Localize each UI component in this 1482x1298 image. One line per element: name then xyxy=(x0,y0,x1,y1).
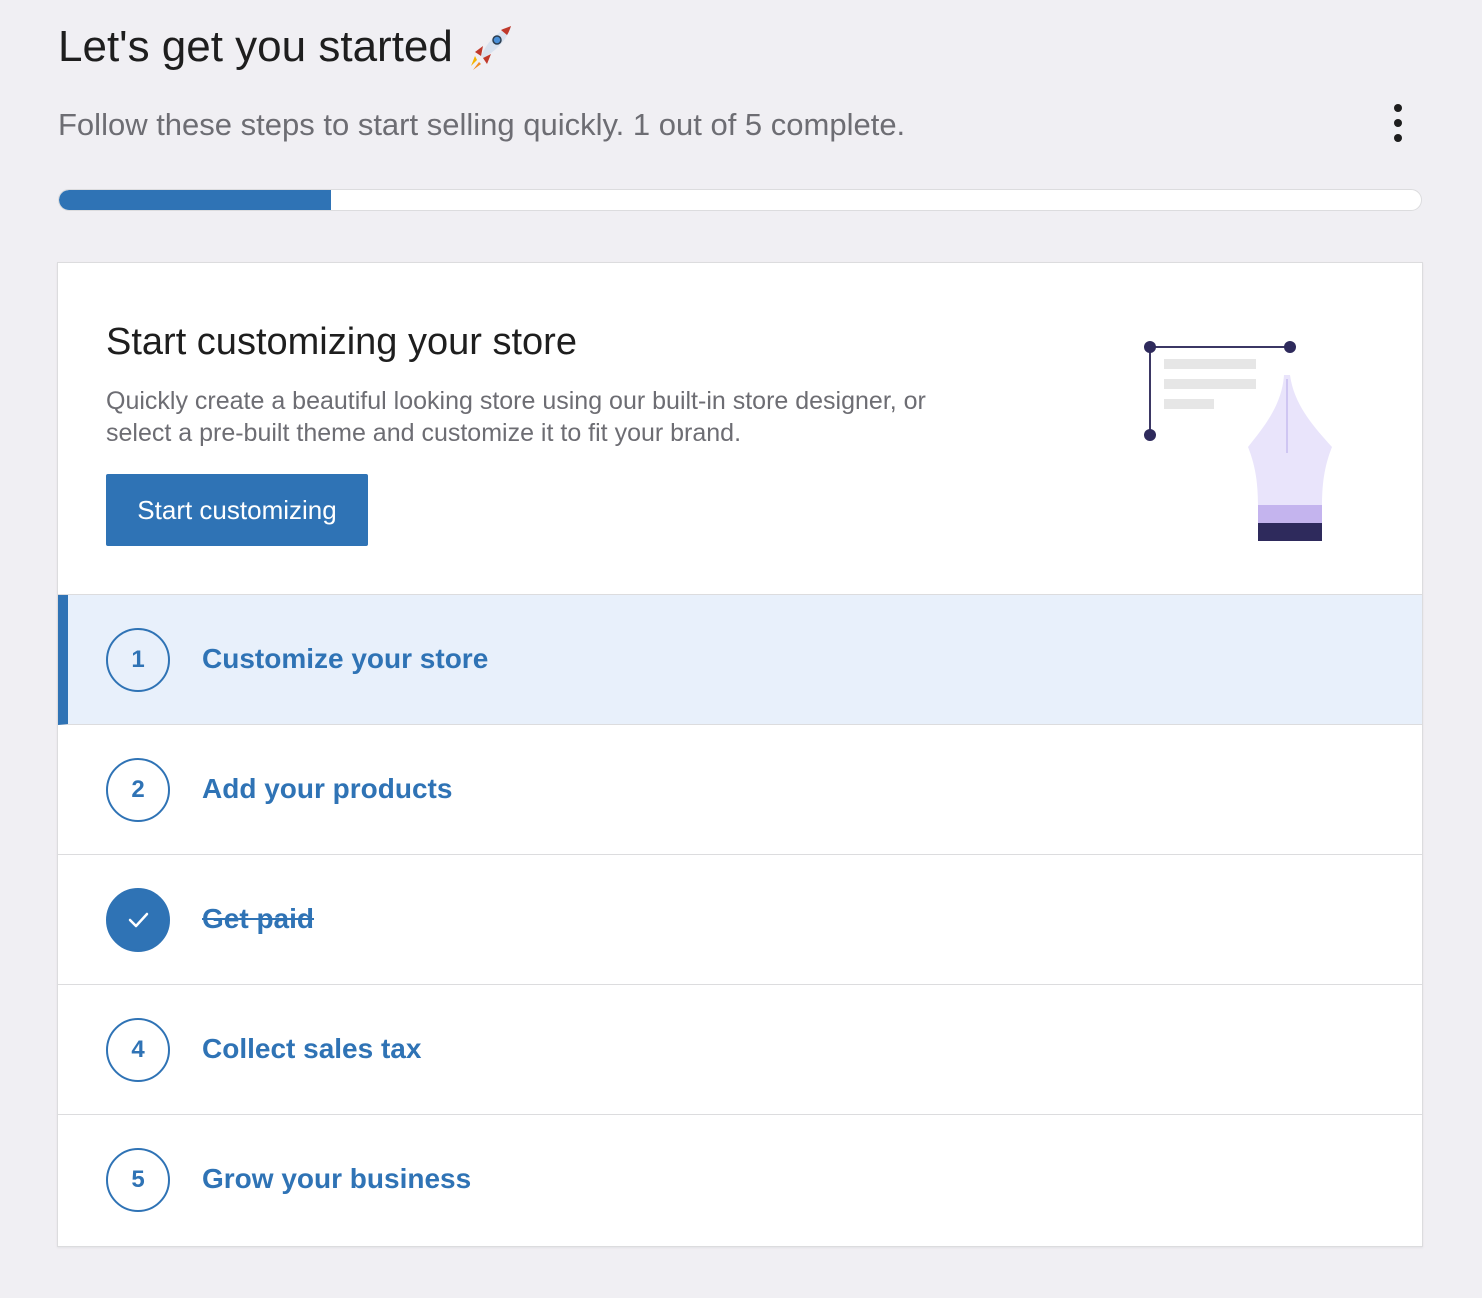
more-vertical-icon-dot xyxy=(1394,119,1402,127)
progress-bar xyxy=(58,189,1422,211)
task-hero-description: Quickly create a beautiful looking store… xyxy=(106,387,926,447)
task-item-label: Add your products xyxy=(202,773,453,804)
task-hero-title: Start customizing your store xyxy=(106,321,577,363)
rocket-icon xyxy=(470,26,511,70)
task-item-customize-store[interactable]: 1 Customize your store xyxy=(58,595,1422,725)
task-item-label: Grow your business xyxy=(202,1163,472,1194)
step-number-badge: 1 xyxy=(106,628,170,692)
page-title-text: Let's get you started xyxy=(58,22,453,71)
task-hero: Start customizing your store Quickly cre… xyxy=(58,263,1422,595)
task-item-collect-sales-tax[interactable]: 4 Collect sales tax xyxy=(58,985,1422,1115)
step-complete-badge xyxy=(106,888,170,952)
task-item-grow-business[interactable]: 5 Grow your business xyxy=(58,1115,1422,1245)
page-title: Let's get you started xyxy=(58,18,515,76)
more-vertical-icon xyxy=(1394,104,1402,112)
task-item-get-paid[interactable]: Get paid xyxy=(58,855,1422,985)
checkmark-icon xyxy=(128,912,149,928)
task-item-add-products[interactable]: 2 Add your products xyxy=(58,725,1422,855)
task-item-label: Get paid xyxy=(202,903,315,934)
pen-design-illustration xyxy=(1144,341,1332,541)
task-list-card: Start customizing your store Quickly cre… xyxy=(57,262,1423,1247)
start-customizing-button[interactable]: Start customizing xyxy=(106,474,368,546)
step-number-badge: 5 xyxy=(106,1148,170,1212)
task-item-label: Collect sales tax xyxy=(202,1033,422,1064)
step-number-badge: 2 xyxy=(106,758,170,822)
step-number-badge: 4 xyxy=(106,1018,170,1082)
progress-bar-fill xyxy=(59,190,332,210)
more-options-button[interactable] xyxy=(1380,100,1416,146)
more-vertical-icon-dot xyxy=(1394,134,1402,142)
task-item-label: Customize your store xyxy=(202,643,489,674)
progress-summary: Follow these steps to start selling quic… xyxy=(58,107,906,142)
